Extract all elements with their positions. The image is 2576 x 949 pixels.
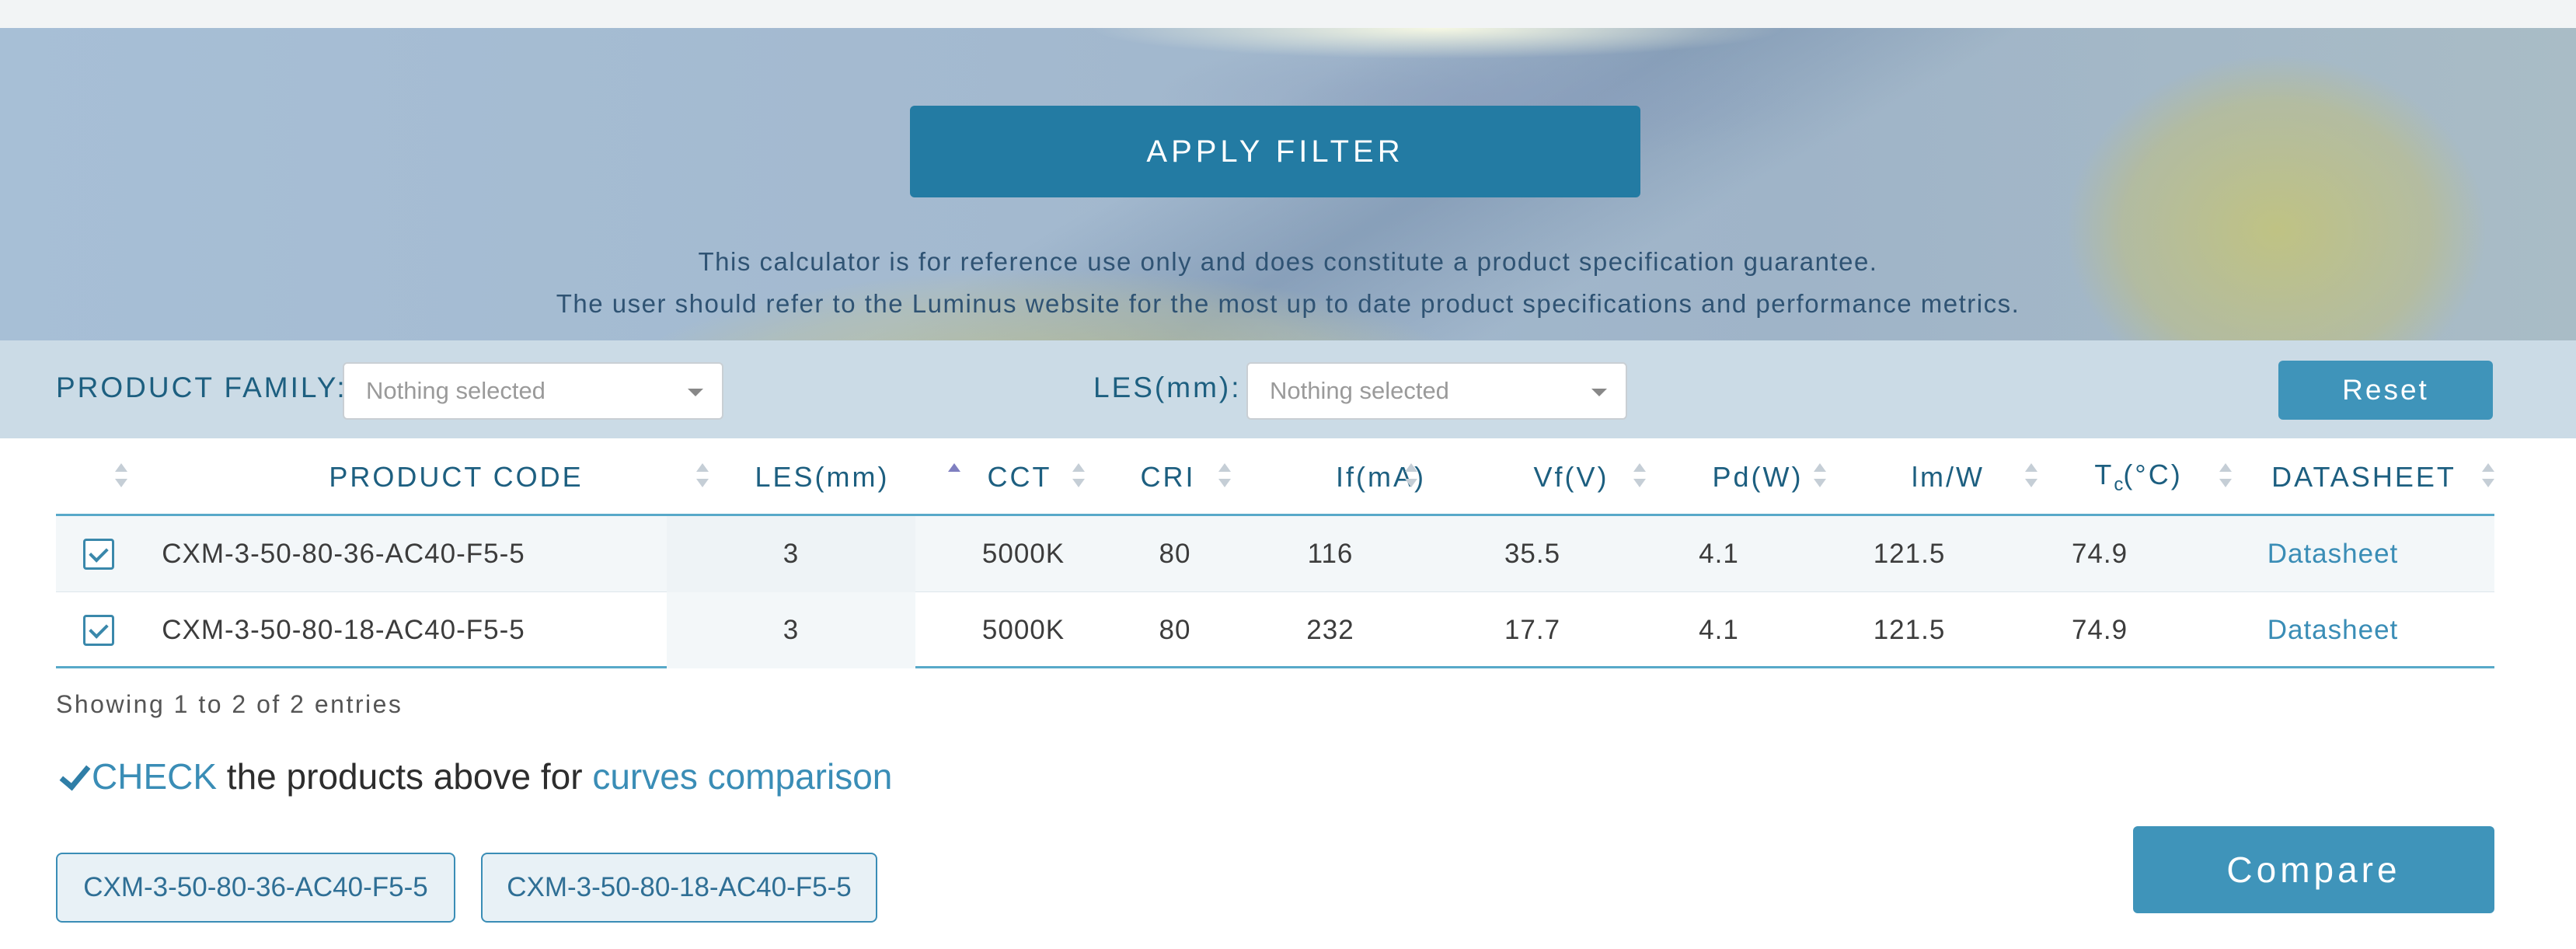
products-table: PRODUCT CODE LES(mm) CCT CRI If(mA) Vf(V…	[56, 438, 2494, 668]
product-family-label: PRODUCT FAMILY:	[56, 372, 347, 403]
table-row: CXM-3-50-80-36-AC40-F5-5 3 5000K 80 116 …	[56, 516, 2494, 592]
comparison-instructions: CHECK the products above for curves comp…	[56, 755, 892, 797]
selected-product-tag[interactable]: CXM-3-50-80-36-AC40-F5-5	[56, 853, 455, 923]
cell-product-code: CXM-3-50-80-18-AC40-F5-5	[162, 615, 525, 645]
datasheet-link[interactable]: Datasheet	[2268, 615, 2399, 646]
table-header: PRODUCT CODE LES(mm) CCT CRI If(mA) Vf(V…	[56, 438, 2494, 516]
sort-icon	[1405, 462, 1417, 493]
column-header-label: Vf(V)	[1533, 461, 1609, 493]
cell-pd: 4.1	[1699, 539, 1739, 569]
cell-vf: 35.5	[1504, 539, 1561, 569]
sort-icon	[2219, 462, 2232, 493]
product-family-value: Nothing selected	[366, 377, 546, 404]
sort-icon	[1072, 462, 1085, 493]
cell-cct: 5000K	[981, 539, 1065, 569]
cell-cct: 5000K	[981, 615, 1065, 645]
tc-subscript: c	[2114, 474, 2124, 496]
cell-lmw: 121.5	[1873, 615, 1946, 645]
les-value: Nothing selected	[1270, 377, 1449, 404]
cell-cri: 80	[1159, 539, 1191, 569]
cell-cri: 80	[1159, 615, 1191, 645]
column-header-product-code[interactable]: PRODUCT CODE	[188, 438, 724, 516]
column-header-label: PRODUCT CODE	[329, 461, 584, 493]
banner-glow	[1088, 28, 1787, 59]
column-header-cri[interactable]: CRI	[1094, 438, 1242, 516]
column-header-label: Tc(°C)	[2094, 459, 2182, 496]
les-select[interactable]: Nothing selected	[1246, 362, 1627, 420]
table-row: CXM-3-50-80-18-AC40-F5-5 3 5000K 80 232 …	[56, 592, 2494, 668]
cell-tc: 74.9	[2071, 615, 2128, 645]
filter-bar: PRODUCT FAMILY: Nothing selected LES(mm)…	[0, 340, 2576, 438]
tc-unit: (°C)	[2123, 458, 2183, 490]
cell-product-code: CXM-3-50-80-36-AC40-F5-5	[162, 539, 525, 569]
apply-filter-button[interactable]: APPLY FILTER	[910, 106, 1640, 197]
instruction-text: the products above for	[217, 756, 593, 797]
cell-tc: 74.9	[2071, 539, 2128, 569]
sort-icon	[115, 462, 127, 493]
cell-if: 232	[1306, 615, 1354, 645]
cell-lmw: 121.5	[1873, 539, 1946, 569]
column-header-select[interactable]	[56, 438, 188, 516]
sort-icon	[1814, 462, 1826, 493]
column-header-cct[interactable]: CCT	[934, 438, 1105, 516]
product-family-select[interactable]: Nothing selected	[343, 362, 723, 420]
filter-banner: APPLY FILTER This calculator is for refe…	[0, 28, 2576, 340]
disclaimer-line-2: The user should refer to the Luminus web…	[556, 289, 2020, 318]
disclaimer-line-1: This calculator is for reference use onl…	[698, 247, 1878, 276]
selected-product-tag[interactable]: CXM-3-50-80-18-AC40-F5-5	[481, 853, 877, 923]
cell-les: 3	[667, 592, 915, 668]
column-header-label: CRI	[1140, 461, 1196, 493]
cell-vf: 17.7	[1504, 615, 1561, 645]
column-header-label: Pd(W)	[1712, 461, 1804, 493]
curves-comparison-text: curves comparison	[592, 756, 893, 797]
reset-button[interactable]: Reset	[2278, 361, 2493, 420]
column-header-label: lm/W	[1912, 461, 1985, 493]
cell-if: 116	[1307, 539, 1354, 569]
cell-pd: 4.1	[1699, 615, 1739, 645]
column-header-label: LES(mm)	[755, 461, 890, 493]
column-header-label: CCT	[987, 461, 1052, 493]
caret-down-icon	[688, 389, 703, 396]
top-bar	[0, 0, 2576, 28]
sort-icon	[2482, 462, 2494, 493]
cell-datasheet: Datasheet	[2216, 516, 2449, 592]
checkmark-icon	[56, 760, 89, 793]
column-header-label: DATASHEET	[2271, 461, 2456, 493]
caret-down-icon	[1591, 389, 1607, 396]
column-header-datasheet[interactable]: DATASHEET	[2232, 438, 2496, 516]
compare-button[interactable]: Compare	[2133, 826, 2494, 913]
datasheet-link[interactable]: Datasheet	[2268, 539, 2399, 570]
les-label: LES(mm):	[1093, 372, 1242, 403]
cell-datasheet: Datasheet	[2216, 592, 2449, 668]
cell-les: 3	[667, 516, 915, 592]
tc-main: T	[2094, 458, 2114, 490]
column-header-les[interactable]: LES(mm)	[667, 438, 978, 516]
check-word: CHECK	[92, 756, 218, 797]
sort-icon	[1218, 462, 1231, 493]
column-header-tc[interactable]: Tc(°C)	[2014, 438, 2263, 516]
table-info: Showing 1 to 2 of 2 entries	[56, 690, 403, 718]
